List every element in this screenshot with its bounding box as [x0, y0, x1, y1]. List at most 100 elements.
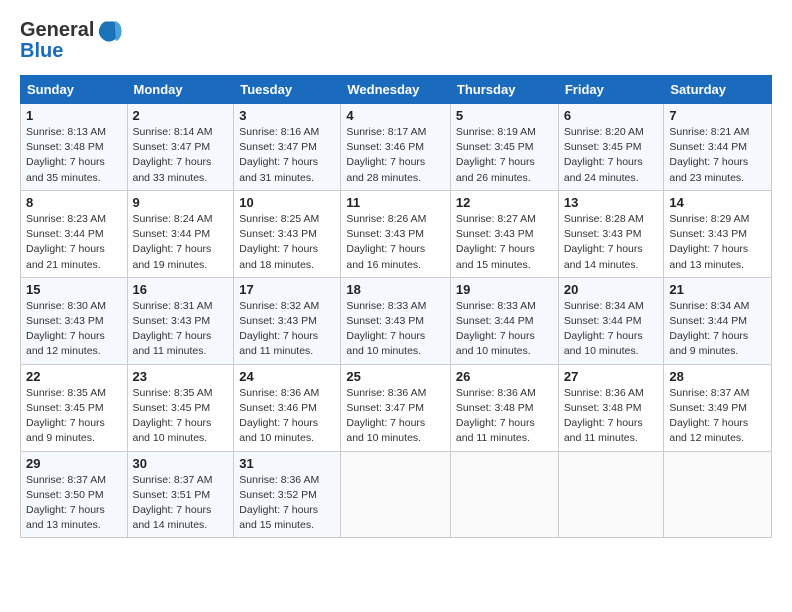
page-container: General Blue SundayMondayTuesdayWednesda… — [0, 0, 792, 548]
day-info: Sunrise: 8:28 AMSunset: 3:43 PMDaylight:… — [564, 212, 659, 273]
day-number: 8 — [26, 195, 122, 210]
day-number: 11 — [346, 195, 445, 210]
day-number: 21 — [669, 282, 766, 297]
calendar-cell: 28 Sunrise: 8:37 AMSunset: 3:49 PMDayligh… — [664, 364, 772, 451]
weekday-header-tuesday: Tuesday — [234, 76, 341, 104]
calendar-cell: 21Sunrise: 8:34 AMSunset: 3:44 PMDayligh… — [664, 277, 772, 364]
logo: General Blue — [20, 16, 124, 63]
day-number: 17 — [239, 282, 335, 297]
calendar-cell: 19Sunrise: 8:33 AMSunset: 3:44 PMDayligh… — [450, 277, 558, 364]
calendar-cell: 29 Sunrise: 8:37 AMSunset: 3:50 PMDayligh… — [21, 451, 128, 538]
day-info: Sunrise: 8:29 AMSunset: 3:43 PMDaylight:… — [669, 212, 766, 273]
calendar-cell: 12 Sunrise: 8:27 AMSunset: 3:43 PMDayligh… — [450, 190, 558, 277]
day-info: Sunrise: 8:19 AMSunset: 3:45 PMDaylight:… — [456, 125, 553, 186]
day-number: 13 — [564, 195, 659, 210]
day-number: 31 — [239, 456, 335, 471]
day-number: 18 — [346, 282, 445, 297]
calendar-cell: 6Sunrise: 8:20 AMSunset: 3:45 PMDaylight… — [558, 104, 664, 191]
day-info: Sunrise: 8:23 AMSunset: 3:44 PMDaylight:… — [26, 212, 122, 273]
logo-blue-text: Blue — [20, 40, 63, 63]
calendar-week-row: 15Sunrise: 8:30 AMSunset: 3:43 PMDayligh… — [21, 277, 772, 364]
day-info: Sunrise: 8:36 AMSunset: 3:47 PMDaylight:… — [346, 386, 445, 447]
calendar-cell: 2Sunrise: 8:14 AMSunset: 3:47 PMDaylight… — [127, 104, 234, 191]
weekday-header-saturday: Saturday — [664, 76, 772, 104]
day-info: Sunrise: 8:31 AMSunset: 3:43 PMDaylight:… — [133, 299, 229, 360]
day-number: 27 — [564, 369, 659, 384]
day-number: 23 — [133, 369, 229, 384]
calendar-cell: 23 Sunrise: 8:35 AMSunset: 3:45 PMDayligh… — [127, 364, 234, 451]
logo-general-text: General — [20, 19, 94, 42]
day-info: Sunrise: 8:25 AMSunset: 3:43 PMDaylight:… — [239, 212, 335, 273]
calendar-week-row: 22Sunrise: 8:35 AMSunset: 3:45 PMDayligh… — [21, 364, 772, 451]
day-number: 30 — [133, 456, 229, 471]
day-info: Sunrise: 8:37 AMSunset: 3:49 PMDaylight:… — [669, 386, 766, 447]
page-header: General Blue — [20, 16, 772, 63]
calendar-cell: 14 Sunrise: 8:29 AMSunset: 3:43 PMDayligh… — [664, 190, 772, 277]
calendar-cell — [664, 451, 772, 538]
day-number: 4 — [346, 108, 445, 123]
calendar-cell — [341, 451, 451, 538]
calendar-cell: 10 Sunrise: 8:25 AMSunset: 3:43 PMDayligh… — [234, 190, 341, 277]
calendar-cell: 1 Sunrise: 8:13 AMSunset: 3:48 PMDaylight… — [21, 104, 128, 191]
calendar-cell: 7 Sunrise: 8:21 AMSunset: 3:44 PMDaylight… — [664, 104, 772, 191]
calendar-week-row: 1 Sunrise: 8:13 AMSunset: 3:48 PMDaylight… — [21, 104, 772, 191]
day-info: Sunrise: 8:13 AMSunset: 3:48 PMDaylight:… — [26, 125, 122, 186]
day-number: 1 — [26, 108, 122, 123]
day-number: 20 — [564, 282, 659, 297]
day-number: 14 — [669, 195, 766, 210]
day-info: Sunrise: 8:26 AMSunset: 3:43 PMDaylight:… — [346, 212, 445, 273]
weekday-header-friday: Friday — [558, 76, 664, 104]
calendar-cell: 18 Sunrise: 8:33 AMSunset: 3:43 PMDayligh… — [341, 277, 451, 364]
calendar-cell: 24 Sunrise: 8:36 AMSunset: 3:46 PMDayligh… — [234, 364, 341, 451]
day-info: Sunrise: 8:36 AMSunset: 3:48 PMDaylight:… — [456, 386, 553, 447]
calendar-cell: 9Sunrise: 8:24 AMSunset: 3:44 PMDaylight… — [127, 190, 234, 277]
day-info: Sunrise: 8:33 AMSunset: 3:43 PMDaylight:… — [346, 299, 445, 360]
calendar-header-row: SundayMondayTuesdayWednesdayThursdayFrid… — [21, 76, 772, 104]
calendar-cell: 25 Sunrise: 8:36 AMSunset: 3:47 PMDayligh… — [341, 364, 451, 451]
calendar-cell: 17 Sunrise: 8:32 AMSunset: 3:43 PMDayligh… — [234, 277, 341, 364]
calendar-cell: 3 Sunrise: 8:16 AMSunset: 3:47 PMDaylight… — [234, 104, 341, 191]
day-number: 25 — [346, 369, 445, 384]
weekday-header-wednesday: Wednesday — [341, 76, 451, 104]
calendar-cell: 20 Sunrise: 8:34 AMSunset: 3:44 PMDayligh… — [558, 277, 664, 364]
calendar-cell: 5 Sunrise: 8:19 AMSunset: 3:45 PMDaylight… — [450, 104, 558, 191]
weekday-header-monday: Monday — [127, 76, 234, 104]
day-info: Sunrise: 8:36 AMSunset: 3:48 PMDaylight:… — [564, 386, 659, 447]
day-info: Sunrise: 8:32 AMSunset: 3:43 PMDaylight:… — [239, 299, 335, 360]
day-info: Sunrise: 8:14 AMSunset: 3:47 PMDaylight:… — [133, 125, 229, 186]
day-info: Sunrise: 8:27 AMSunset: 3:43 PMDaylight:… — [456, 212, 553, 273]
day-info: Sunrise: 8:36 AMSunset: 3:46 PMDaylight:… — [239, 386, 335, 447]
day-info: Sunrise: 8:21 AMSunset: 3:44 PMDaylight:… — [669, 125, 766, 186]
day-number: 26 — [456, 369, 553, 384]
day-number: 5 — [456, 108, 553, 123]
calendar-cell — [450, 451, 558, 538]
day-info: Sunrise: 8:37 AMSunset: 3:50 PMDaylight:… — [26, 473, 122, 534]
day-info: Sunrise: 8:17 AMSunset: 3:46 PMDaylight:… — [346, 125, 445, 186]
logo-bird-icon — [95, 16, 123, 44]
day-number: 19 — [456, 282, 553, 297]
day-number: 24 — [239, 369, 335, 384]
day-number: 29 — [26, 456, 122, 471]
calendar-week-row: 29 Sunrise: 8:37 AMSunset: 3:50 PMDayligh… — [21, 451, 772, 538]
calendar-cell — [558, 451, 664, 538]
weekday-header-thursday: Thursday — [450, 76, 558, 104]
day-number: 6 — [564, 108, 659, 123]
day-info: Sunrise: 8:24 AMSunset: 3:44 PMDaylight:… — [133, 212, 229, 273]
day-info: Sunrise: 8:35 AMSunset: 3:45 PMDaylight:… — [133, 386, 229, 447]
calendar-cell: 8 Sunrise: 8:23 AMSunset: 3:44 PMDaylight… — [21, 190, 128, 277]
calendar-week-row: 8 Sunrise: 8:23 AMSunset: 3:44 PMDaylight… — [21, 190, 772, 277]
calendar-cell: 31 Sunrise: 8:36 AMSunset: 3:52 PMDayligh… — [234, 451, 341, 538]
day-number: 3 — [239, 108, 335, 123]
day-number: 7 — [669, 108, 766, 123]
day-info: Sunrise: 8:36 AMSunset: 3:52 PMDaylight:… — [239, 473, 335, 534]
day-info: Sunrise: 8:37 AMSunset: 3:51 PMDaylight:… — [133, 473, 229, 534]
day-number: 16 — [133, 282, 229, 297]
day-number: 28 — [669, 369, 766, 384]
day-number: 10 — [239, 195, 335, 210]
day-info: Sunrise: 8:34 AMSunset: 3:44 PMDaylight:… — [564, 299, 659, 360]
calendar-cell: 30 Sunrise: 8:37 AMSunset: 3:51 PMDayligh… — [127, 451, 234, 538]
calendar-table: SundayMondayTuesdayWednesdayThursdayFrid… — [20, 75, 772, 538]
day-number: 12 — [456, 195, 553, 210]
day-info: Sunrise: 8:16 AMSunset: 3:47 PMDaylight:… — [239, 125, 335, 186]
weekday-header-sunday: Sunday — [21, 76, 128, 104]
